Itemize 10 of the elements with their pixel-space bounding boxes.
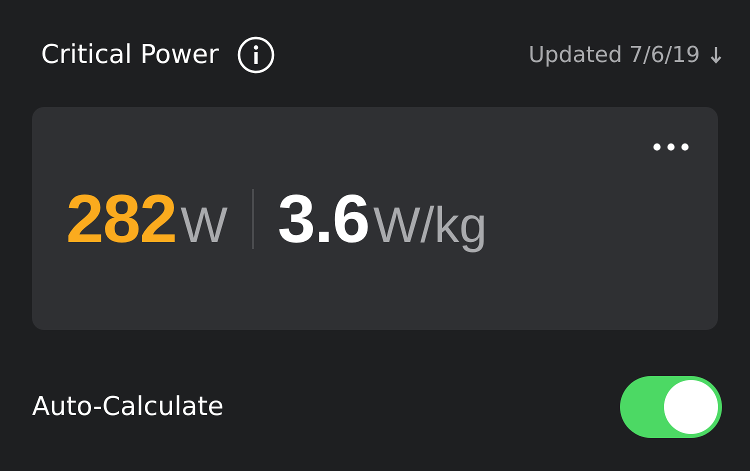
setting-label: Auto-Calculate <box>32 392 224 422</box>
metric-unit: W/kg <box>373 196 488 254</box>
down-arrow-icon[interactable] <box>710 46 722 64</box>
metric-value: 282 <box>66 180 176 258</box>
metric-value: 3.6 <box>278 180 370 258</box>
info-icon[interactable] <box>236 36 275 74</box>
metric-unit: W <box>180 196 228 254</box>
section-title: Critical Power <box>41 40 219 70</box>
more-icon[interactable] <box>652 142 690 152</box>
updated-date: Updated 7/6/19 <box>528 42 700 68</box>
